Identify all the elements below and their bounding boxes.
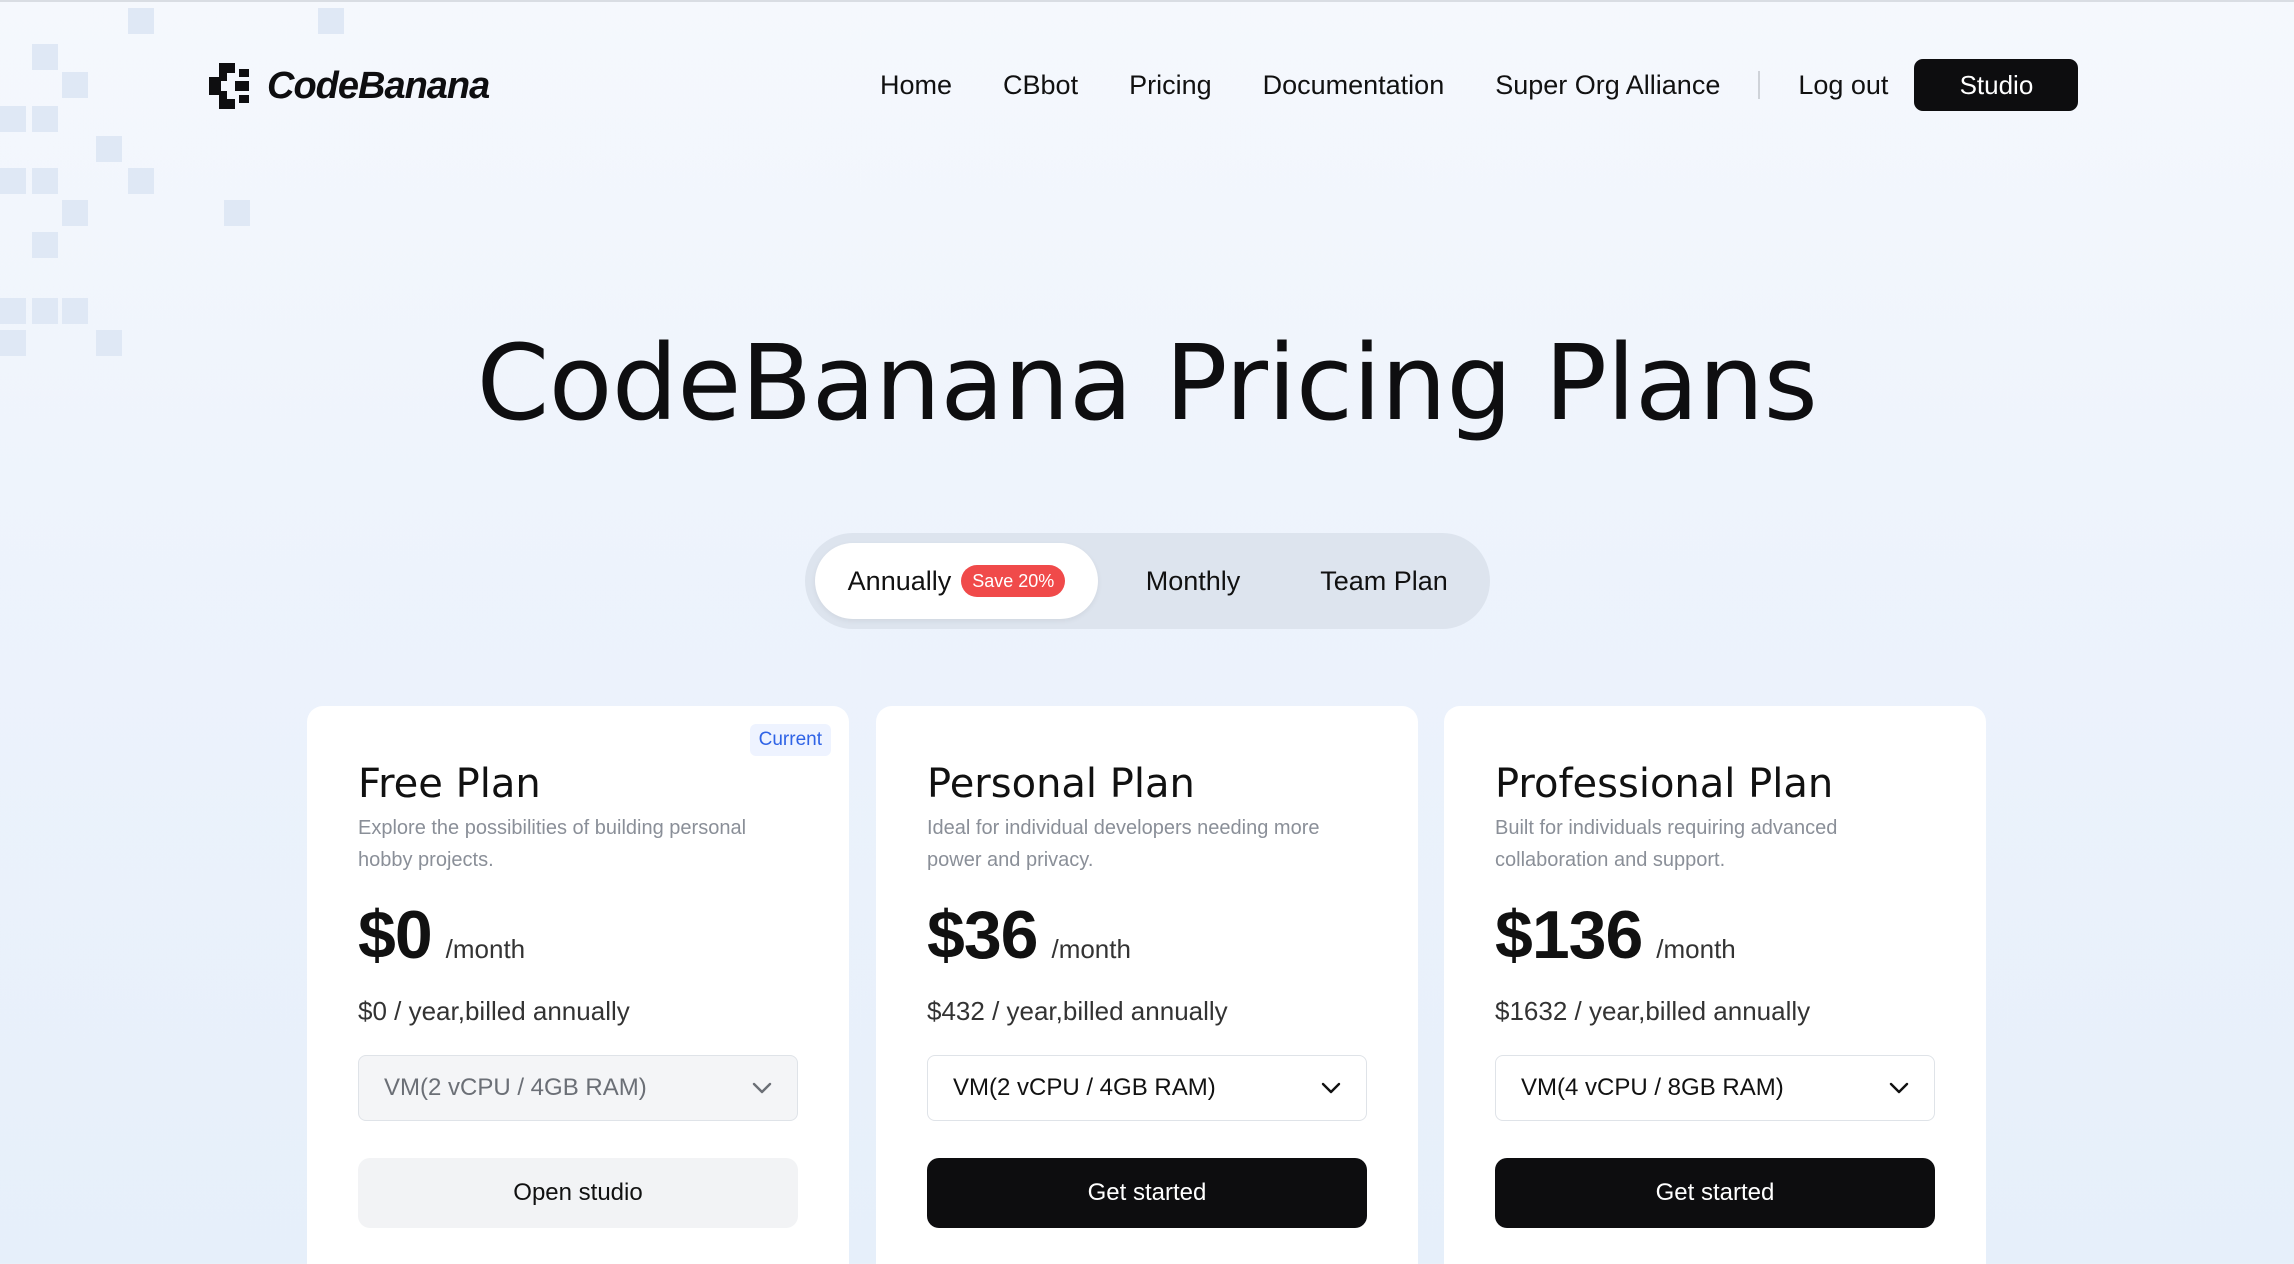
plan-card-professional: Professional Plan Built for individuals …: [1444, 706, 1986, 1264]
tab-monthly-label: Monthly: [1145, 565, 1241, 596]
studio-button[interactable]: Studio: [1914, 59, 2079, 111]
tab-team-plan-label: Team Plan: [1320, 565, 1448, 596]
vm-select-value: VM(2 vCPU / 4GB RAM): [384, 1074, 647, 1101]
get-started-button[interactable]: Get started: [1495, 1158, 1935, 1228]
logout-link[interactable]: Log out: [1798, 70, 1888, 101]
plan-name: Personal Plan: [927, 761, 1195, 807]
price-period: /month: [1051, 934, 1131, 964]
billing-toggle: Annually Save 20% Monthly Team Plan: [805, 533, 1490, 629]
nav-cbbot[interactable]: CBbot: [1003, 70, 1078, 101]
price-row: $0 /month: [358, 896, 525, 974]
plan-price: $36: [927, 897, 1038, 973]
tab-annually-label: Annually: [847, 565, 952, 596]
plan-card-personal: Personal Plan Ideal for individual devel…: [876, 706, 1418, 1264]
plan-name: Free Plan: [358, 761, 541, 807]
plan-name: Professional Plan: [1495, 761, 1834, 807]
price-period: /month: [1656, 934, 1736, 964]
main-nav: Home CBbot Pricing Documentation Super O…: [880, 58, 2079, 112]
billed-annually-text: $0 / year,billed annually: [358, 996, 630, 1026]
plan-price: $0: [358, 897, 433, 973]
codebanana-logo-icon: [209, 63, 249, 109]
vm-select: VM(2 vCPU / 4GB RAM): [358, 1055, 798, 1121]
billed-annually-text: $1632 / year,billed annually: [1495, 996, 1811, 1026]
nav-home[interactable]: Home: [880, 70, 952, 101]
nav-documentation[interactable]: Documentation: [1263, 70, 1445, 101]
plan-description: Built for individuals requiring advanced…: [1495, 817, 1838, 871]
nav-divider: [1758, 71, 1761, 99]
billed-annually-text: $432 / year,billed annually: [927, 996, 1228, 1026]
chevron-down-icon: [752, 1082, 772, 1094]
tab-annually[interactable]: Annually Save 20%: [815, 543, 1098, 619]
get-started-button[interactable]: Get started: [927, 1158, 1367, 1228]
save-badge: Save 20%: [961, 565, 1066, 597]
plan-card-free: Current Free Plan Explore the possibilit…: [307, 706, 849, 1264]
price-row: $136 /month: [1495, 896, 1736, 974]
tab-team-plan[interactable]: Team Plan: [1288, 543, 1480, 619]
nav-super-org-alliance[interactable]: Super Org Alliance: [1495, 70, 1720, 101]
page-title: CodeBanana Pricing Plans: [476, 322, 1818, 444]
nav-pricing[interactable]: Pricing: [1129, 70, 1212, 101]
vm-select-value: VM(2 vCPU / 4GB RAM): [953, 1074, 1216, 1101]
chevron-down-icon: [1321, 1082, 1341, 1094]
vm-select[interactable]: VM(4 vCPU / 8GB RAM): [1495, 1055, 1935, 1121]
vm-select-value: VM(4 vCPU / 8GB RAM): [1521, 1074, 1784, 1101]
current-plan-badge: Current: [749, 724, 831, 756]
plan-description: Ideal for individual developers needing …: [927, 817, 1320, 871]
plan-price: $136: [1495, 897, 1643, 973]
price-period: /month: [445, 934, 526, 964]
top-border: [0, 0, 2294, 2]
vm-select[interactable]: VM(2 vCPU / 4GB RAM): [927, 1055, 1367, 1121]
tab-monthly[interactable]: Monthly: [1098, 543, 1288, 619]
brand-logo[interactable]: CodeBanana: [205, 58, 490, 114]
chevron-down-icon: [1889, 1082, 1909, 1094]
price-row: $36 /month: [927, 896, 1131, 974]
open-studio-button[interactable]: Open studio: [358, 1158, 798, 1228]
brand-name: CodeBanana: [267, 64, 490, 107]
plan-description: Explore the possibilities of building pe…: [358, 817, 747, 871]
